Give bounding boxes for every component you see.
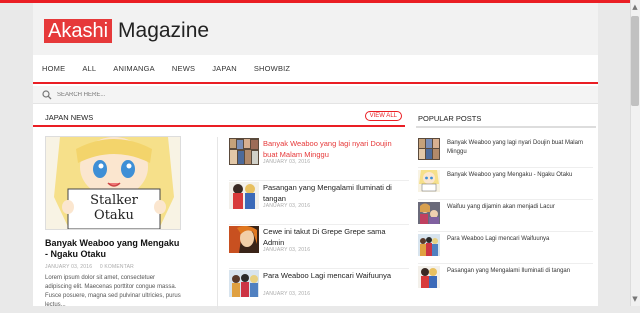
section-header: JAPAN NEWS VIEW ALL [33, 107, 405, 127]
news-date: JANUARY 03, 2016 [263, 203, 311, 209]
news-item: Banyak Weaboo yang lagi nyari Doujin bua… [229, 137, 409, 181]
page-container: Akashi Magazine HOME ALL ANIMANGA NEWS J… [33, 3, 598, 309]
popular-thumbnail[interactable] [418, 170, 440, 192]
popular-posts-title: POPULAR POSTS [418, 114, 482, 123]
popular-divider [416, 126, 596, 128]
scroll-up-arrow-icon[interactable]: ▲ [631, 2, 639, 12]
scroll-down-arrow-icon[interactable]: ▼ [631, 294, 639, 304]
nav-showbiz[interactable]: SHOWBIZ [254, 64, 290, 73]
featured-post: Stalker Otaku Banyak Weaboo yang Mengaku… [45, 136, 181, 310]
news-item: Cewe ini takut Di Grepe Grepe sama Admin… [229, 225, 409, 269]
nav-news[interactable]: NEWS [172, 64, 195, 73]
popular-item: Waifuu yang dijamin akan menjadi Lacur [418, 200, 593, 232]
column-divider [217, 137, 218, 309]
popular-thumbnail[interactable] [418, 266, 440, 288]
news-title[interactable]: Cewe ini takut Di Grepe Grepe sama Admin [263, 226, 403, 248]
popular-thumbnail[interactable] [418, 234, 440, 256]
news-date: JANUARY 03, 2016 [263, 291, 311, 297]
news-date: JANUARY 03, 2016 [263, 159, 311, 165]
news-thumbnail[interactable] [229, 226, 259, 253]
popular-item-title[interactable]: Banyak Weaboo yang Mengaku - Ngaku Otaku [447, 171, 592, 180]
site-logo[interactable]: Akashi Magazine [44, 18, 209, 44]
popular-posts-list: Banyak Weaboo yang lagi nyari Doujin bua… [418, 136, 593, 296]
nav-all[interactable]: ALL [82, 64, 96, 73]
popular-item: Pasangan yang Mengalami Iluminati di tan… [418, 264, 593, 296]
popular-item-title[interactable]: Para Weaboo Lagi mencari Waifuunya [447, 235, 592, 244]
featured-comments[interactable]: 0 KOMENTAR [100, 264, 134, 270]
news-title[interactable]: Para Weaboo Lagi mencari Waifuunya [263, 270, 403, 281]
news-thumbnail[interactable] [229, 270, 259, 297]
scrollbar-thumb[interactable] [631, 16, 639, 106]
nav-animanga[interactable]: ANIMANGA [113, 64, 155, 73]
popular-item-title[interactable]: Waifuu yang dijamin akan menjadi Lacur [447, 203, 592, 212]
search-icon[interactable] [42, 89, 52, 100]
featured-excerpt: Lorem ipsum dolor sit amet, consectetuer… [45, 275, 181, 308]
news-thumbnail[interactable] [229, 182, 259, 209]
news-list: Banyak Weaboo yang lagi nyari Doujin bua… [229, 137, 409, 313]
featured-date: JANUARY 03, 2016 [45, 264, 93, 270]
news-item: Pasangan yang Mengalami Iluminati di tan… [229, 181, 409, 225]
site-header: Akashi Magazine [33, 3, 598, 55]
popular-item: Banyak Weaboo yang lagi nyari Doujin bua… [418, 136, 593, 168]
search-input[interactable] [57, 91, 357, 98]
popular-thumbnail[interactable] [418, 202, 440, 224]
featured-meta: JANUARY 03, 2016 0 KOMENTAR [45, 264, 181, 270]
popular-item-title[interactable]: Pasangan yang Mengalami Iluminati di tan… [447, 267, 592, 276]
featured-title[interactable]: Banyak Weaboo yang Mengaku - Ngaku Otaku [45, 238, 181, 260]
news-thumbnail[interactable] [229, 138, 259, 165]
featured-image-sign-text: Stalker Otaku [90, 193, 138, 223]
search-bar [33, 86, 598, 104]
main-nav: HOME ALL ANIMANGA NEWS JAPAN SHOWBIZ [33, 55, 598, 84]
popular-item: Banyak Weaboo yang Mengaku - Ngaku Otaku [418, 168, 593, 200]
featured-image[interactable]: Stalker Otaku [45, 136, 181, 230]
popular-item-title[interactable]: Banyak Weaboo yang lagi nyari Doujin bua… [447, 139, 592, 157]
logo-box-text: Akashi [44, 19, 113, 43]
logo-text: Magazine [118, 19, 210, 42]
news-item: Para Weaboo Lagi mencari Waifuunya JANUA… [229, 269, 409, 313]
news-title[interactable]: Banyak Weaboo yang lagi nyari Doujin bua… [263, 138, 403, 160]
news-date: JANUARY 03, 2016 [263, 247, 311, 253]
popular-item: Para Weaboo Lagi mencari Waifuunya [418, 232, 593, 264]
view-all-button[interactable]: VIEW ALL [364, 111, 402, 121]
nav-home[interactable]: HOME [42, 64, 65, 73]
popular-thumbnail[interactable] [418, 138, 440, 160]
section-title: JAPAN NEWS [45, 113, 94, 122]
news-title[interactable]: Pasangan yang Mengalami Iluminati di tan… [263, 182, 403, 204]
page-scrollbar[interactable]: ▲ ▼ [630, 0, 640, 306]
nav-japan[interactable]: JAPAN [212, 64, 237, 73]
